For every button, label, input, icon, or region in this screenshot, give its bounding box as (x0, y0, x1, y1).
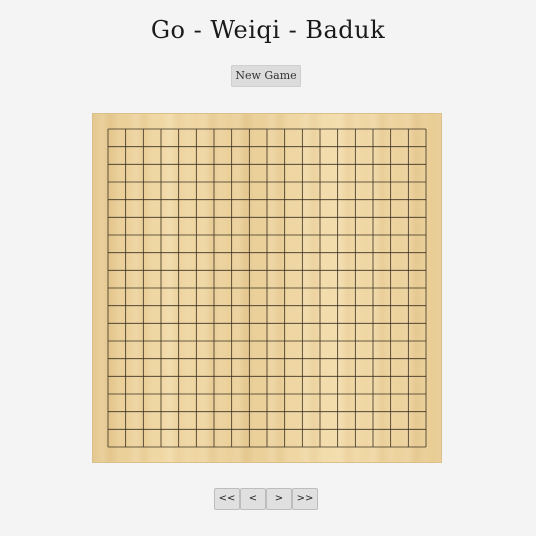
board-grid (107, 128, 427, 448)
move-navigation: << < > >> (214, 488, 318, 510)
next-move-button[interactable]: > (266, 488, 292, 510)
first-move-button[interactable]: << (214, 488, 240, 510)
new-game-button[interactable]: New Game (231, 65, 301, 87)
previous-move-button[interactable]: < (240, 488, 266, 510)
page-title: Go - Weiqi - Baduk (150, 16, 386, 44)
go-board[interactable] (92, 113, 442, 463)
last-move-button[interactable]: >> (292, 488, 318, 510)
